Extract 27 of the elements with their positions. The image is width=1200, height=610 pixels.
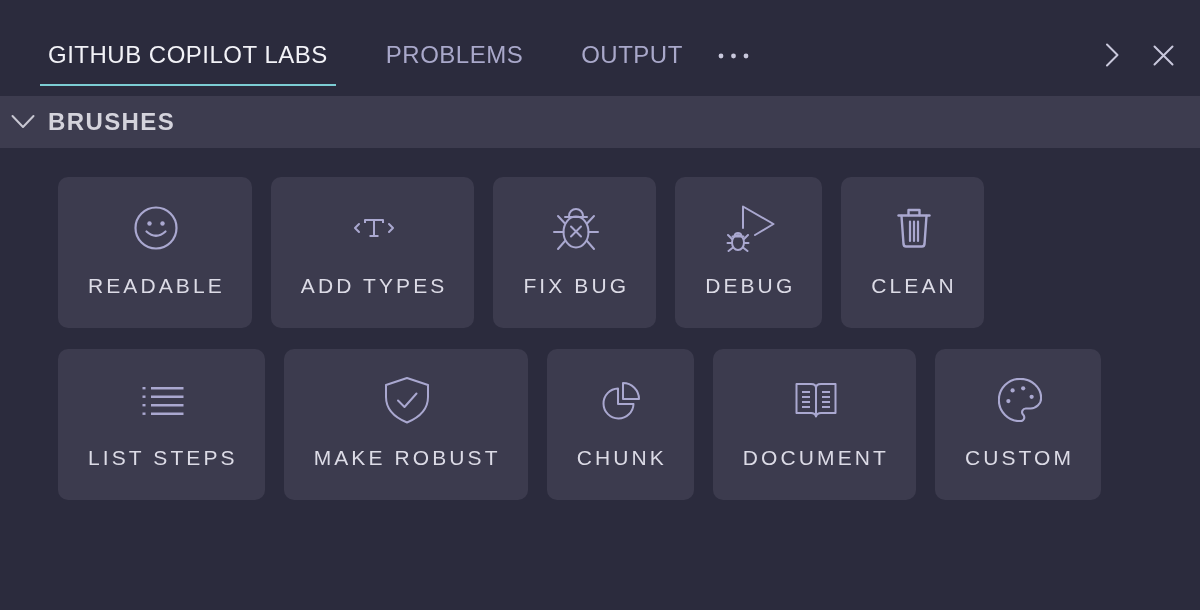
- brush-button[interactable]: CUSTOM: [934, 349, 1102, 500]
- brush-button[interactable]: READABLE: [58, 177, 252, 328]
- panel-tab[interactable]: GITHUB COPILOT LABS: [40, 38, 336, 86]
- brush-button[interactable]: MAKE ROBUST: [283, 349, 528, 500]
- open-book-icon: [794, 382, 837, 418]
- angle-brackets-t-icon: [353, 218, 396, 238]
- shield-check-icon: [384, 376, 431, 424]
- crossed-bug-icon: [552, 205, 601, 251]
- trash-icon: [897, 208, 932, 248]
- brush-button[interactable]: DOCUMENT: [712, 349, 916, 500]
- brush-button[interactable]: CHUNK: [546, 349, 694, 500]
- brush-button[interactable]: LIST STEPS: [58, 349, 265, 500]
- brush-button[interactable]: FIX BUG: [493, 177, 657, 328]
- brush-button[interactable]: CLEAN: [841, 177, 984, 328]
- palette-icon: [997, 378, 1042, 422]
- section-header[interactable]: BRUSHES: [0, 96, 1200, 148]
- play-bug-icon: [725, 204, 775, 252]
- brush-button[interactable]: ADD TYPES: [270, 177, 475, 328]
- list-icon: [141, 384, 184, 416]
- panel-tab[interactable]: OUTPUT: [573, 38, 691, 86]
- brush-button[interactable]: DEBUG: [675, 177, 823, 328]
- panel-tab[interactable]: PROBLEMS: [377, 38, 532, 86]
- chevron-right-icon[interactable]: [1105, 43, 1119, 67]
- close-icon[interactable]: [1153, 44, 1174, 66]
- more-icon[interactable]: [717, 53, 749, 59]
- smile-icon: [134, 206, 179, 250]
- pie-chart-icon: [602, 380, 642, 420]
